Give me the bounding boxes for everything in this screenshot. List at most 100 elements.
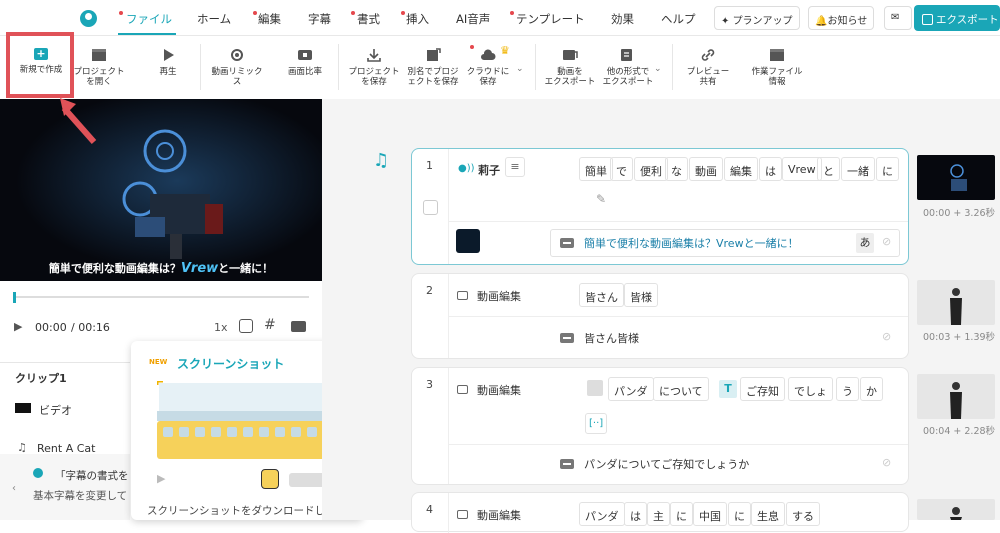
clip-number: 3 xyxy=(426,378,433,391)
clip-card-3[interactable]: 3 動画編集 パンダ について T ご存知 でしょ う か [··] パンダにつ… xyxy=(411,367,909,485)
menu-insert[interactable]: 挿入 xyxy=(406,11,429,27)
word-chip[interactable]: パンダ xyxy=(579,502,625,526)
save-as-button[interactable]: 別名でプロジ ェクトを保存 xyxy=(404,48,462,87)
word-chip[interactable]: と xyxy=(817,157,840,181)
voice-icon: ●)) xyxy=(458,163,475,174)
play-button[interactable]: 再生 xyxy=(150,48,186,77)
clip-checkbox[interactable] xyxy=(423,200,438,215)
word-chip[interactable]: 主 xyxy=(647,502,670,526)
speaker-name[interactable]: 動画編集 xyxy=(477,507,521,523)
speed-button[interactable]: 1x xyxy=(214,321,228,334)
menu-template[interactable]: テンプレート xyxy=(516,11,585,27)
screenshot-icon[interactable] xyxy=(239,319,253,333)
unlink-icon[interactable]: ⊘ xyxy=(882,235,891,248)
chevron-down-icon[interactable]: ⌄ xyxy=(516,64,524,74)
word-chip[interactable]: 皆様 xyxy=(624,283,658,307)
word-chip[interactable]: う xyxy=(836,377,859,401)
word-chip[interactable]: 一緒 xyxy=(841,157,875,181)
clip-thumbnail-3[interactable] xyxy=(917,374,995,419)
grid-icon[interactable]: # xyxy=(264,317,276,333)
toolbar-separator xyxy=(672,44,673,90)
word-chip[interactable]: に xyxy=(728,502,751,526)
clip-card-1[interactable]: 1 ●)) 莉子 ≡ 簡単 で 便利 な 動画 編集 は Vrew と 一緒 に… xyxy=(411,148,909,265)
menu-effects[interactable]: 効果 xyxy=(611,11,634,27)
chevron-left-icon[interactable]: ‹ xyxy=(12,483,16,494)
progress-track[interactable] xyxy=(14,296,309,298)
pencil-icon[interactable]: ✎ xyxy=(596,192,606,206)
clip-card-4[interactable]: 4 動画編集 パンダ は 主 に 中国 に 生息 する xyxy=(411,492,909,533)
silence-chip[interactable]: [··] xyxy=(585,413,608,434)
word-chip[interactable]: ご存知 xyxy=(740,377,785,401)
word-chip[interactable]: 便利 xyxy=(634,157,668,181)
word-chip[interactable]: 皆さん xyxy=(579,283,624,307)
clip-video-label[interactable]: ビデオ xyxy=(39,402,72,418)
clip-card-2[interactable]: 2 動画編集 皆さん 皆様 皆さん皆様 ⊘ xyxy=(411,273,909,359)
save-project-button[interactable]: プロジェクト を保存 xyxy=(344,48,404,87)
speaker-name[interactable]: 莉子 xyxy=(478,162,500,178)
clip-thumbnail-1[interactable] xyxy=(917,155,995,200)
menu-edit[interactable]: 編集 xyxy=(258,11,281,27)
video-subtitle-text: 簡単で便利な動画編集は？ xyxy=(48,262,181,275)
open-project-button[interactable]: プロジェクト を開く xyxy=(72,48,126,87)
play-icon[interactable]: ▶ xyxy=(14,320,22,333)
export-other-button[interactable]: 他の形式で エクスポート xyxy=(598,48,658,87)
menu-home[interactable]: ホーム xyxy=(197,11,231,27)
speaker-name[interactable]: 動画編集 xyxy=(477,288,521,304)
menu-file[interactable]: ファイル xyxy=(126,11,172,27)
play-icon xyxy=(164,49,174,61)
word-chip[interactable]: か xyxy=(860,377,883,401)
menu-ai-voice[interactable]: AI音声 xyxy=(456,11,490,27)
word-chip[interactable]: に xyxy=(876,157,899,181)
menu-format[interactable]: 書式 xyxy=(357,11,380,27)
preview-share-button[interactable]: プレビュー 共有 xyxy=(682,48,734,87)
workfile-info-button[interactable]: 作業ファイル 情報 xyxy=(748,48,806,87)
word-chip[interactable]: 編集 xyxy=(724,157,758,181)
subtitle-text[interactable]: 簡単で便利な動画編集は？Vrewと一緒に！ xyxy=(584,235,799,251)
text-insert-icon[interactable]: T xyxy=(719,380,737,398)
progress-handle[interactable] xyxy=(13,292,16,303)
video-subtitle-suffix: と一緒に！ xyxy=(218,262,274,275)
aspect-ratio-button[interactable]: 画面比率 xyxy=(284,48,326,77)
word-chip[interactable]: 中国 xyxy=(693,502,727,526)
word-chip[interactable]: Vrew xyxy=(782,157,822,181)
subtitle-text[interactable]: 皆さん皆様 xyxy=(584,330,639,346)
menu-help[interactable]: ヘルプ xyxy=(661,11,696,27)
download-icon xyxy=(367,49,381,62)
word-chip[interactable]: パンダ xyxy=(608,377,654,401)
word-chip[interactable]: な xyxy=(665,157,688,181)
mail-button[interactable]: ✉ xyxy=(884,6,912,30)
word-chip[interactable]: 簡単 xyxy=(579,157,613,181)
video-preview[interactable]: 簡単で便利な動画編集は？Vrewと一緒に！ xyxy=(0,99,322,281)
word-chip[interactable]: 生息 xyxy=(751,502,785,526)
link-icon[interactable]: ⊘ xyxy=(882,330,891,343)
export-video-button[interactable]: 動画を エクスポート xyxy=(540,48,600,87)
speaker-name[interactable]: 動画編集 xyxy=(477,382,521,398)
subtitle-text[interactable]: パンダについてご存知でしょうか xyxy=(584,456,749,472)
card-divider xyxy=(448,368,449,484)
time-current: 00:00 xyxy=(35,321,67,334)
word-chip[interactable]: 動画 xyxy=(689,157,723,181)
kana-button[interactable]: あ xyxy=(856,233,874,253)
word-chip[interactable]: は xyxy=(624,502,647,526)
word-chip[interactable]: に xyxy=(670,502,693,526)
plan-up-button[interactable]: ✦ プランアップ xyxy=(714,6,800,30)
chevron-down-icon[interactable]: ⌄ xyxy=(654,64,662,74)
word-chip[interactable]: で xyxy=(610,157,633,181)
subtitle-toggle-icon[interactable] xyxy=(291,321,306,332)
clip-thumbnail-2[interactable] xyxy=(917,280,995,325)
link-icon[interactable]: ⊘ xyxy=(882,456,891,469)
settings-sliders-icon[interactable]: ≡ xyxy=(505,157,525,177)
clip-thumbnail-4[interactable] xyxy=(917,499,995,520)
word-chip[interactable]: について xyxy=(653,377,709,401)
user-avatar-icon[interactable] xyxy=(80,10,97,27)
remix-button[interactable]: 動画リミック ス xyxy=(206,48,268,87)
play-label: 再生 xyxy=(159,67,177,77)
word-chip[interactable]: は xyxy=(759,157,782,181)
export-button[interactable]: エクスポート xyxy=(914,5,1000,31)
word-chip[interactable]: する xyxy=(786,502,820,526)
menu-subtitle[interactable]: 字幕 xyxy=(308,11,331,27)
music-note-icon[interactable]: ♫ xyxy=(373,150,389,171)
notice-button[interactable]: 🔔お知らせ xyxy=(808,6,875,30)
word-chip[interactable]: でしょ xyxy=(788,377,833,401)
ribbon-toolbar: + 新規で作成 プロジェクト を開く 再生 動画リミック ス 画面比率 プロジェ… xyxy=(0,36,1000,98)
